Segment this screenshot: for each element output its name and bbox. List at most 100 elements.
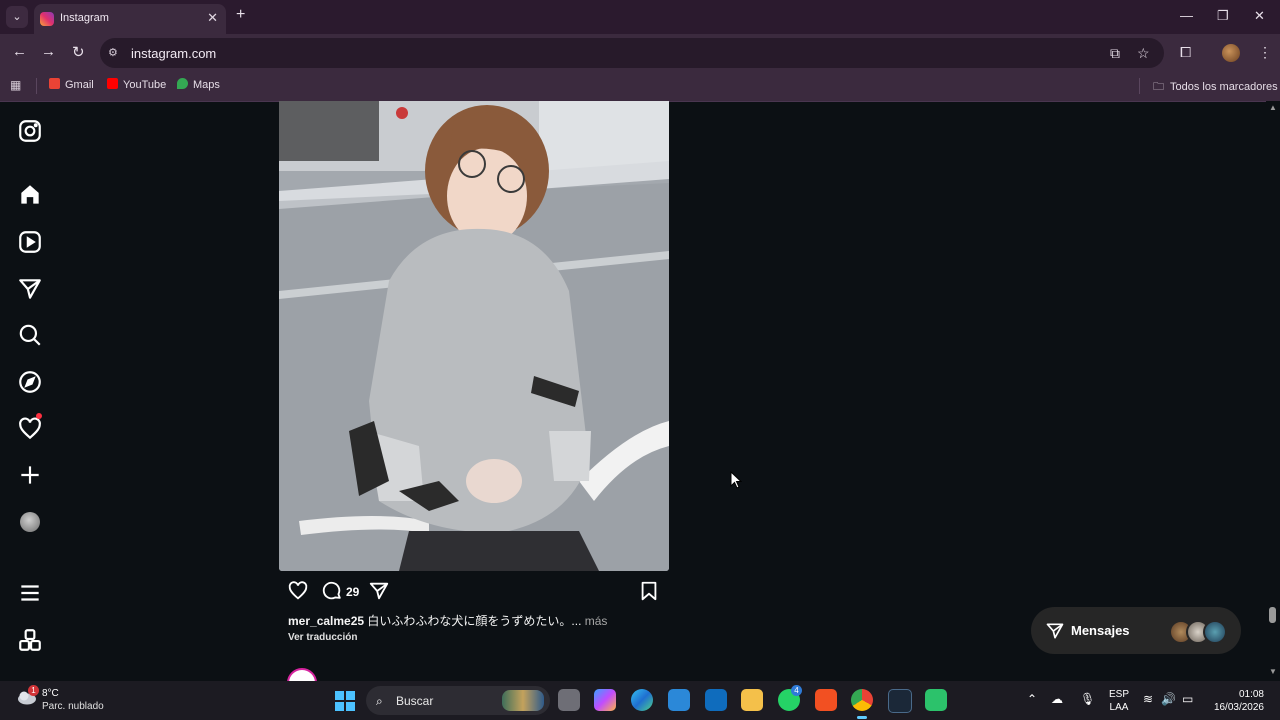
mouse-cursor-icon xyxy=(730,470,743,494)
chrome-menu-icon[interactable]: ⋮ xyxy=(1258,44,1272,61)
caption-text: 白いふわふわな犬に顔をうずめたい。... xyxy=(367,614,582,628)
copilot-icon[interactable] xyxy=(594,689,616,711)
divider xyxy=(36,78,37,94)
extensions-icon[interactable]: ⧠ xyxy=(1180,44,1191,61)
forward-button[interactable]: → xyxy=(41,43,56,60)
back-button[interactable]: ← xyxy=(12,43,27,60)
notifications-heart-icon[interactable] xyxy=(17,413,43,442)
tab-title: Instagram xyxy=(60,12,109,24)
tab-search-button[interactable]: ⌄ xyxy=(6,6,28,28)
language-indicator[interactable]: ESP LAA xyxy=(1109,688,1129,714)
all-bookmarks-label: Todos los marcadores xyxy=(1170,81,1278,93)
windows-taskbar: 1 8°C Parc. nublado ⌕ Buscar 4 ⌃ ☁ 🎙 ESP… xyxy=(0,681,1280,720)
all-bookmarks-folder[interactable]: 🗀 Todos los marcadores xyxy=(1153,78,1278,97)
apps-grid-icon[interactable]: ▦ xyxy=(10,78,21,92)
see-translation-link[interactable]: Ver traducción xyxy=(288,632,357,643)
home-icon[interactable] xyxy=(17,182,43,208)
clock-time: 01:08 xyxy=(1238,689,1264,700)
edge-browser-icon[interactable] xyxy=(631,689,653,711)
reels-icon[interactable] xyxy=(17,229,43,255)
gmail-icon xyxy=(49,78,60,89)
start-button[interactable] xyxy=(335,691,355,711)
chrome-icon[interactable] xyxy=(851,689,873,711)
site-info-icon[interactable]: ⚙ xyxy=(108,46,118,59)
file-explorer-icon[interactable] xyxy=(741,689,763,711)
microphone-icon[interactable]: 🎙 xyxy=(1080,692,1095,706)
caption-more-link[interactable]: más xyxy=(585,614,608,628)
tab-strip: ⌄ Instagram ✕ + — ❐ ✕ xyxy=(0,0,1280,34)
tab-instagram[interactable]: Instagram ✕ xyxy=(34,4,226,34)
weather-badge: 1 xyxy=(28,685,39,696)
taskbar-search[interactable]: ⌕ Buscar xyxy=(366,686,550,715)
search-highlight-image xyxy=(502,690,544,711)
caption-username[interactable]: mer_calme25 xyxy=(288,614,364,628)
whatsapp-badge: 4 xyxy=(791,685,802,696)
like-heart-icon[interactable] xyxy=(287,580,309,607)
battery-icon[interactable]: ▭ xyxy=(1182,692,1193,706)
scroll-down-arrow-icon[interactable]: ▼ xyxy=(1269,667,1277,676)
create-plus-icon[interactable] xyxy=(17,462,43,488)
next-post-avatar[interactable] xyxy=(287,668,319,682)
folder-icon: 🗀 xyxy=(1153,81,1164,93)
comment-count: 29 xyxy=(346,585,360,599)
outlook-icon[interactable] xyxy=(705,689,727,711)
messages-button[interactable]: Mensajes xyxy=(1031,607,1241,654)
close-window-button[interactable]: ✕ xyxy=(1254,8,1265,24)
show-hidden-icons-chevron-icon[interactable]: ⌃ xyxy=(1027,692,1037,706)
task-view-icon[interactable] xyxy=(558,689,580,711)
volume-icon[interactable]: 🔊 xyxy=(1161,692,1176,706)
post-actions-bar: 29 xyxy=(287,580,667,604)
bookmark-gmail[interactable]: Gmail xyxy=(49,78,94,91)
wifi-icon[interactable]: ≋ xyxy=(1143,692,1153,706)
post-photo[interactable] xyxy=(279,101,669,571)
post-photo-illustration xyxy=(279,101,669,571)
system-clock[interactable]: 01:08 16/03/2026 xyxy=(1210,688,1264,714)
instagram-sidebar xyxy=(0,101,62,681)
install-app-icon[interactable]: ⧉ xyxy=(1110,45,1120,62)
direct-messages-icon[interactable] xyxy=(17,276,43,302)
comment-icon[interactable] xyxy=(321,580,343,607)
messages-label: Mensajes xyxy=(1071,623,1130,638)
maps-icon xyxy=(177,78,188,89)
share-icon[interactable] xyxy=(368,580,390,607)
steam-icon[interactable] xyxy=(888,689,912,713)
active-app-indicator xyxy=(857,716,867,719)
new-tab-button[interactable]: + xyxy=(236,6,245,24)
reload-button[interactable]: ↻ xyxy=(72,43,85,61)
profile-avatar-icon[interactable] xyxy=(17,509,43,535)
weather-condition[interactable]: Parc. nublado xyxy=(42,701,104,712)
explore-icon[interactable] xyxy=(17,369,43,395)
bookmark-label: Gmail xyxy=(65,79,94,91)
page-scrollbar[interactable]: ▲ ▼ xyxy=(1266,101,1280,681)
bookmark-maps[interactable]: Maps xyxy=(177,78,220,91)
bookmark-star-icon[interactable]: ☆ xyxy=(1137,45,1150,62)
network-status-icon[interactable]: ☁ xyxy=(1051,692,1063,706)
scroll-up-arrow-icon[interactable]: ▲ xyxy=(1269,103,1277,112)
post-caption: mer_calme25 白いふわふわな犬に顔をうずめたい。... más xyxy=(288,612,607,629)
keyboard-layout: LAA xyxy=(1109,702,1129,713)
minimize-button[interactable]: — xyxy=(1180,8,1193,23)
also-from-meta-icon[interactable] xyxy=(17,627,43,653)
browser-toolbar: ← → ↻ ⚙ instagram.com ⧉ ☆ ⧠ ⋮ xyxy=(0,34,1280,72)
microsoft-store-icon[interactable] xyxy=(668,689,690,711)
search-icon: ⌕ xyxy=(376,694,383,708)
profile-avatar[interactable] xyxy=(1222,44,1240,62)
url-text[interactable]: instagram.com xyxy=(131,46,216,61)
maximize-button[interactable]: ❐ xyxy=(1217,8,1229,24)
scrollbar-thumb[interactable] xyxy=(1269,607,1276,623)
crunchyroll-icon[interactable] xyxy=(815,689,837,711)
instagram-logo-icon[interactable] xyxy=(17,118,43,144)
youtube-icon xyxy=(107,78,118,89)
bookmarks-bar: ▦ Gmail YouTube Maps 🗀 Todos los marcador… xyxy=(0,72,1280,102)
divider xyxy=(1139,78,1140,94)
address-bar[interactable]: ⚙ instagram.com ⧉ ☆ xyxy=(100,38,1164,68)
bookmark-youtube[interactable]: YouTube xyxy=(107,78,166,91)
language-code: ESP xyxy=(1109,689,1130,700)
direct-message-icon xyxy=(1045,621,1065,646)
close-tab-icon[interactable]: ✕ xyxy=(207,10,218,26)
weather-temperature[interactable]: 8°C xyxy=(42,688,59,699)
game-app-icon[interactable] xyxy=(925,689,947,711)
search-icon[interactable] xyxy=(17,322,43,348)
save-bookmark-icon[interactable] xyxy=(638,580,660,607)
more-menu-icon[interactable] xyxy=(17,580,43,606)
